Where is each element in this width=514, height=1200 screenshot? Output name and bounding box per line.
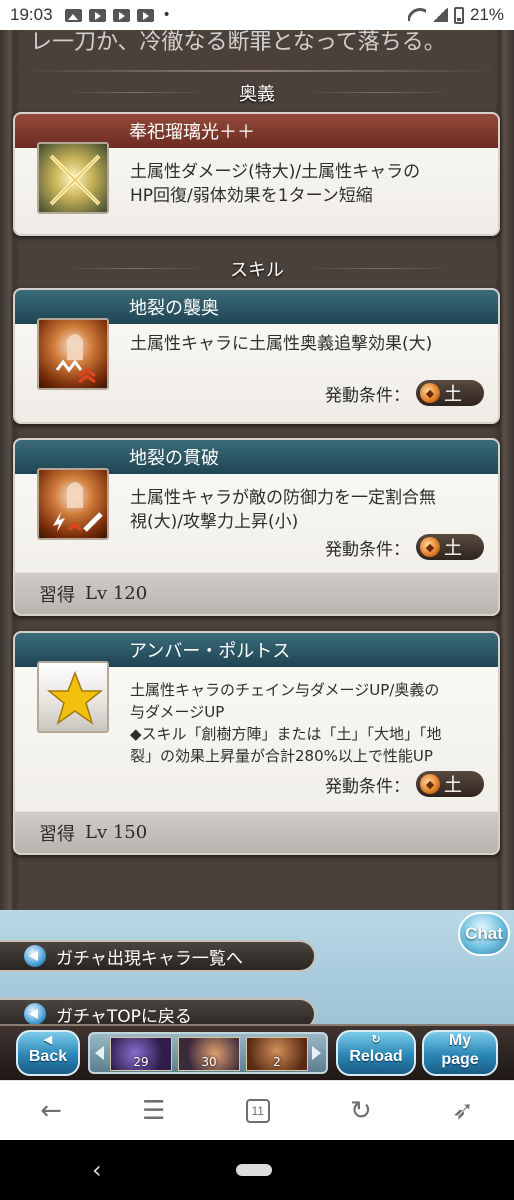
skill-2-desc-line-2: 視(大)/攻撃力上昇(小)	[130, 512, 299, 532]
wifi-icon	[408, 8, 426, 22]
reload-icon: ↻	[371, 1034, 381, 1046]
skill-1-element: 土	[444, 384, 462, 405]
game-footer-bar: ◀ Back 29 30 2 ↻ Reload My page	[0, 1024, 514, 1080]
skill-2-learn-label: 習得	[39, 584, 75, 606]
thumbnail-item[interactable]: 29	[110, 1037, 172, 1071]
earth-element-badge: ◆ 土	[416, 534, 484, 560]
battery-percent: 21%	[469, 5, 504, 24]
arrow-left-icon	[24, 945, 46, 967]
skill-2-name: 地裂の貫破	[129, 448, 219, 469]
section-ougi-label: 奥義	[239, 84, 275, 105]
skill-2-learn-level: Lv 120	[85, 583, 148, 604]
menu-icon[interactable]: ☰	[142, 1096, 165, 1126]
skill-3-learn-label: 習得	[39, 823, 75, 845]
ougi-name: 奉祀瑠璃光＋＋	[129, 122, 255, 143]
gallery-icon	[64, 8, 82, 22]
back-button-label: Back	[28, 1048, 68, 1065]
skill-1-condition-label: 発動条件：	[325, 385, 410, 406]
skill-1-condition: 発動条件： ◆ 土	[325, 380, 484, 406]
back-button[interactable]: ◀ Back	[16, 1030, 80, 1076]
skill-3-learn-bar: 習得 Lv 150	[15, 811, 498, 853]
fist-attack-icon	[37, 318, 109, 390]
skill-2-desc-line-1: 土属性キャラが敵の防御力を一定割合無	[130, 488, 436, 508]
skill-2-condition-label: 発動条件：	[325, 539, 410, 560]
battery-icon	[453, 6, 464, 24]
back-arrow-icon: ◀	[43, 1034, 53, 1046]
status-time: 19:03	[10, 5, 53, 24]
game-viewport[interactable]: レ一刀か、冷徹なる断罪となって落ちる。 奥義 奉祀瑠璃光＋＋ 土属性ダメージ(特…	[0, 30, 514, 1080]
skill-1-name: 地裂の襲奥	[129, 298, 219, 319]
fist-sword-icon	[37, 468, 109, 540]
thumbnail-item[interactable]: 2	[246, 1037, 308, 1071]
skill-3-learn-level: Lv 150	[85, 822, 148, 843]
earth-orb-icon: ◆	[420, 537, 440, 557]
skill-2-learn-bar: 習得 Lv 120	[15, 572, 498, 614]
status-bar: 19:03 • 21%	[0, 0, 514, 30]
earth-element-badge: ◆ 土	[416, 771, 484, 797]
reload-button-label: Reload	[349, 1048, 403, 1065]
ougi-desc-line-1: 土属性ダメージ(特大)/土属性キャラの	[130, 162, 421, 182]
divider	[20, 70, 494, 72]
ougi-desc-line-2: HP回復/弱体効果を1ターン短縮	[130, 186, 373, 206]
skill-card-2: 地裂の貫破 土属性キャラが敵の防御力を一定割合無 視(大)/攻撃力上昇(小) 発…	[13, 438, 500, 616]
tab-count-button[interactable]: 11	[245, 1098, 270, 1123]
browser-toolbar: ← ☰ 11 ↻ ➶	[0, 1080, 514, 1140]
skill-card-1: 地裂の襲奥 土属性キャラに土属性奥義追撃効果(大) 発動条件： ◆ 土	[13, 288, 500, 424]
mypage-button[interactable]: My page	[422, 1030, 498, 1076]
gacha-list-link-label: ガチャ出現キャラ一覧へ	[56, 948, 243, 969]
skill-3-desc-line-2: 与ダメージUP	[130, 703, 225, 721]
earth-orb-icon: ◆	[420, 383, 440, 403]
skill-3-desc-line-3: ◆スキル「創樹方陣」または「土」「大地」「地	[130, 725, 442, 743]
notification-dot-icon: •	[162, 7, 171, 23]
nav-home-pill[interactable]	[236, 1164, 272, 1176]
arrow-left-icon	[24, 1003, 46, 1025]
chat-button-label: Chat	[465, 924, 503, 943]
skill-3-condition-label: 発動条件：	[325, 776, 410, 797]
strip-right-arrow-icon[interactable]	[312, 1046, 321, 1060]
earth-element-badge: ◆ 土	[416, 380, 484, 406]
android-nav-bar: ‹	[0, 1140, 514, 1200]
section-skill-heading: スキル	[0, 256, 514, 282]
crossed-swords-icon	[37, 142, 109, 214]
gacha-top-link-label: ガチャTOPに戻る	[56, 1006, 192, 1027]
youtube-icon	[136, 8, 154, 22]
nav-back-icon[interactable]: ‹	[92, 1156, 102, 1184]
character-flavor-text: レ一刀か、冷徹なる断罪となって落ちる。	[30, 30, 446, 55]
refresh-icon[interactable]: ↻	[350, 1096, 372, 1126]
earth-orb-icon: ◆	[420, 774, 440, 794]
youtube-icon	[112, 8, 130, 22]
thumbnail-item[interactable]: 30	[178, 1037, 240, 1071]
skill-2-condition: 発動条件： ◆ 土	[325, 534, 484, 560]
section-ougi-heading: 奥義	[0, 80, 514, 106]
youtube-icon	[88, 8, 106, 22]
chat-button[interactable]: Chat	[458, 912, 510, 956]
signal-icon	[431, 8, 448, 22]
skill-3-condition: 発動条件： ◆ 土	[325, 771, 484, 797]
skill-2-element: 土	[444, 538, 462, 559]
skill-card-3: アンバー・ポルトス 土属性キャラのチェイン与ダメージUP/奥義の 与ダメージUP…	[13, 631, 500, 855]
recent-thumbnail-strip: 29 30 2	[88, 1032, 328, 1074]
skill-3-name: アンバー・ポルトス	[129, 641, 291, 662]
strip-left-arrow-icon[interactable]	[95, 1046, 104, 1060]
mypage-label-top: My	[448, 1032, 472, 1049]
section-skill-label: スキル	[230, 260, 284, 281]
mypage-label-bottom: page	[441, 1051, 479, 1068]
skill-3-element: 土	[444, 775, 462, 796]
skill-1-desc-line-1: 土属性キャラに土属性奥義追撃効果(大)	[130, 334, 433, 354]
gacha-list-link[interactable]: ガチャ出現キャラ一覧へ	[0, 940, 316, 972]
rocket-icon[interactable]: ➶	[452, 1096, 474, 1126]
back-arrow-icon[interactable]: ←	[40, 1096, 62, 1126]
star-icon	[37, 661, 109, 733]
skill-3-desc-line-4: 裂」の効果上昇量が合計280%以上で性能UP	[130, 747, 433, 765]
ougi-card: 奉祀瑠璃光＋＋ 土属性ダメージ(特大)/土属性キャラの HP回復/弱体効果を1タ…	[13, 112, 500, 236]
reload-button[interactable]: ↻ Reload	[336, 1030, 416, 1076]
skill-3-desc-line-1: 土属性キャラのチェイン与ダメージUP/奥義の	[130, 681, 440, 699]
